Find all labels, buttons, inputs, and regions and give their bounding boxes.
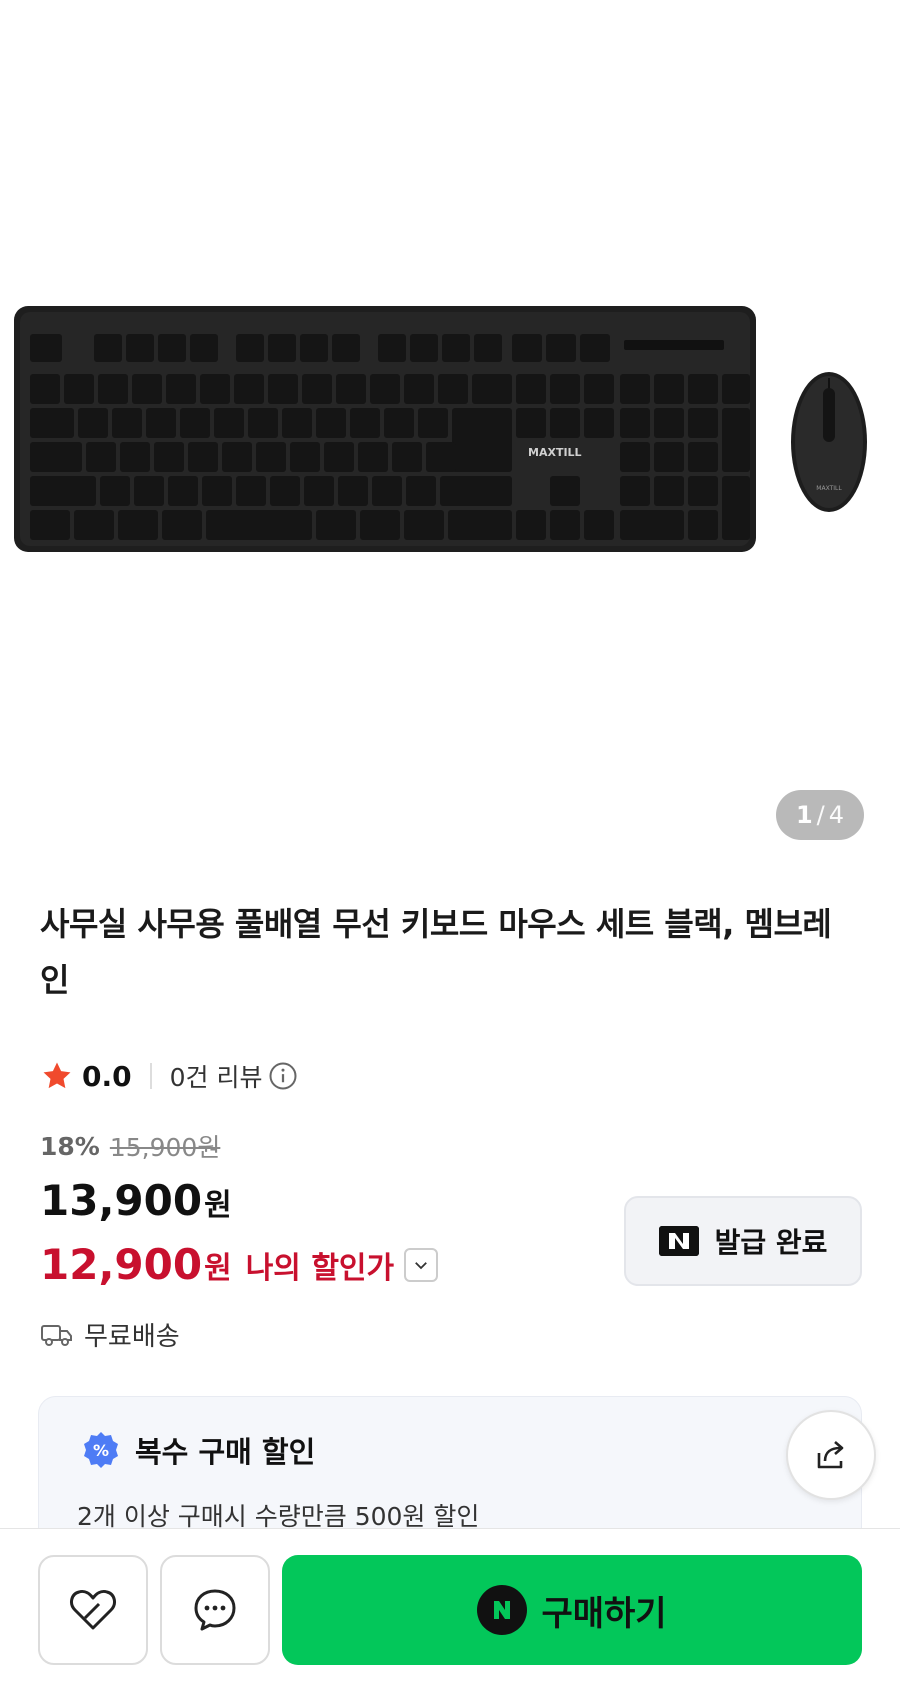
my-discount-price-unit: 원 <box>204 1250 232 1286</box>
image-counter: 1 / 4 <box>776 790 864 840</box>
bulk-discount-header: % 복수 구매 할인 <box>81 1429 315 1471</box>
image-current-index: 1 <box>795 801 813 829</box>
original-price: 15,900원 <box>109 1133 221 1162</box>
shipping-label: 무료배송 <box>84 1322 180 1352</box>
discount-row: 18% 15,900원 <box>40 1128 220 1164</box>
buy-button[interactable]: 구매하기 <box>282 1555 862 1665</box>
my-discount-price: 12,900 <box>40 1240 203 1289</box>
chat-icon <box>194 1589 236 1631</box>
brand-logo-text: MAXTILL <box>528 446 582 459</box>
svg-text:MAXTILL: MAXTILL <box>816 485 842 492</box>
product-image-gallery[interactable]: MAXTILL MAXTILL 1 / 4 <box>0 0 900 880</box>
svg-text:%: % <box>93 1441 109 1460</box>
rating-row: 0.0 0건 리뷰 <box>40 1058 298 1094</box>
price-detail-toggle[interactable] <box>404 1247 439 1282</box>
sale-price-unit: 원 <box>204 1188 232 1223</box>
product-title: 사무실 사무용 풀배열 무선 키보드 마우스 세트 블랙, 멤브레인 <box>40 905 832 999</box>
chevron-down-icon <box>415 1261 428 1269</box>
heart-icon <box>70 1590 116 1630</box>
rating-score: 0.0 <box>82 1059 132 1093</box>
coupon-status-label: 발급 완료 <box>714 1226 828 1259</box>
my-price-row[interactable]: 12,900 원 나의 할인가 <box>40 1240 439 1289</box>
bulk-discount-title: 복수 구매 할인 <box>135 1435 316 1469</box>
review-count-link[interactable]: 0건 리뷰 <box>170 1058 263 1094</box>
image-total-count: 4 <box>828 801 845 829</box>
naver-pay-n-icon <box>477 1585 528 1635</box>
buy-button-label: 구매하기 <box>541 1593 667 1634</box>
discount-rate: 18% <box>40 1131 100 1161</box>
shipping-info: 무료배송 <box>40 1316 180 1353</box>
wishlist-button[interactable] <box>38 1555 148 1665</box>
my-discount-price-label: 나의 할인가 <box>245 1250 395 1286</box>
rating-divider <box>149 1063 152 1089</box>
naver-n-icon <box>658 1226 699 1256</box>
bottom-action-bar: 구매하기 <box>0 1528 900 1691</box>
info-icon[interactable] <box>268 1061 298 1091</box>
keyboard-mouse-image: MAXTILL MAXTILL <box>14 306 867 552</box>
sale-price: 13,900 <box>40 1176 203 1225</box>
share-button[interactable] <box>786 1410 876 1500</box>
talk-talk-button[interactable] <box>160 1555 270 1665</box>
coupon-issued-button[interactable]: 발급 완료 <box>624 1196 862 1286</box>
sale-price-row: 13,900 원 <box>40 1176 232 1225</box>
share-icon <box>817 1441 844 1469</box>
percent-icon: % <box>84 1432 118 1468</box>
star-icon <box>43 1062 71 1089</box>
image-counter-separator: / <box>816 801 825 829</box>
truck-icon <box>41 1324 72 1346</box>
